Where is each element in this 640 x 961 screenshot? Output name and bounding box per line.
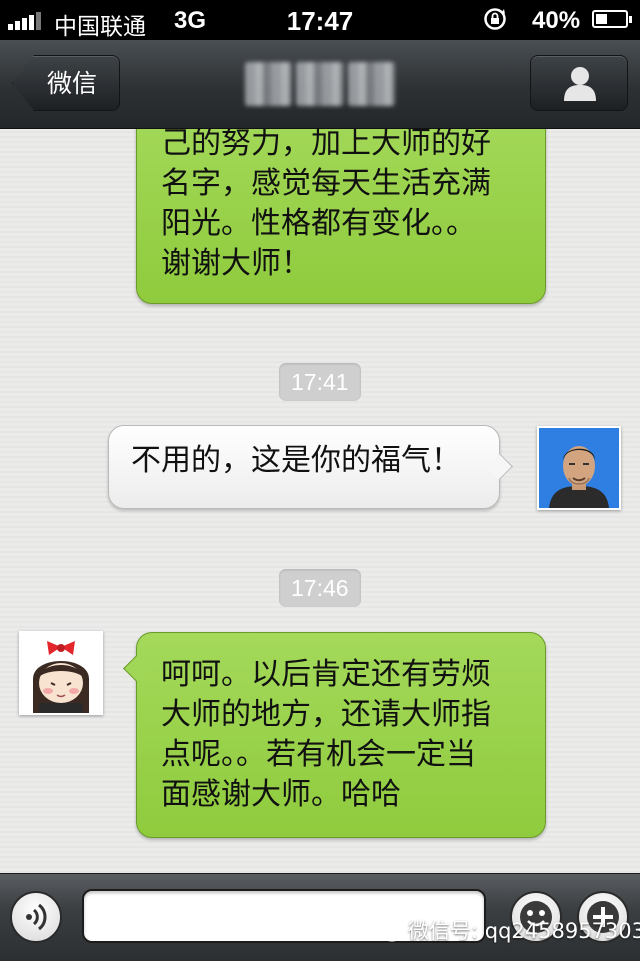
man-portrait-icon xyxy=(539,428,619,508)
rotation-lock-icon xyxy=(484,8,506,30)
watermark: 微信号: qq2458957303 xyxy=(372,913,640,947)
status-bar: 中国联通 3G 17:47 40% xyxy=(0,0,640,40)
message-text-line: 大师的地方，还请大师指 xyxy=(161,697,491,732)
battery-icon xyxy=(592,10,632,28)
back-button-label: 微信 xyxy=(47,69,98,98)
message-text-line: 面感谢大师。哈哈 xyxy=(161,777,401,812)
voice-button[interactable] xyxy=(10,891,62,943)
message-text-line: 谢谢大师！ xyxy=(161,246,311,281)
chat-messages[interactable]: 己的努力，加上大师的好 名字，感觉每天生活充满 阳光。性格都有变化。。 谢谢大师… xyxy=(0,129,640,873)
cartoon-girl-icon xyxy=(21,633,101,713)
nav-bar: 微信 xyxy=(0,40,640,129)
message-text-line: 阳光。性格都有变化。。 xyxy=(161,206,476,241)
avatar-sender[interactable] xyxy=(537,426,621,510)
message-text-line: 点呢。。若有机会一定当 xyxy=(161,737,476,772)
message-bubble-received[interactable]: 呵呵。以后肯定还有劳烦 大师的地方，还请大师指 点呢。。若有机会一定当 面感谢大… xyxy=(123,632,546,838)
message-bubble-sent[interactable]: 不用的，这是你的福气！ xyxy=(108,425,513,509)
voice-icon xyxy=(26,903,47,931)
back-button[interactable]: 微信 xyxy=(12,55,120,111)
message-text-line: 己的努力，加上大师的好 xyxy=(161,129,491,161)
message-timestamp: 17:41 xyxy=(279,363,361,401)
chat-title-blurred xyxy=(245,62,395,106)
wechat-logo-icon xyxy=(372,917,402,942)
message-text-line: 不用的，这是你的福气！ xyxy=(131,443,461,478)
watermark-text: 微信号: qq2458957303 xyxy=(408,919,640,943)
contact-info-button[interactable] xyxy=(530,55,628,111)
person-icon xyxy=(564,67,596,101)
message-bubble-received[interactable]: 己的努力，加上大师的好 名字，感觉每天生活充满 阳光。性格都有变化。。 谢谢大师… xyxy=(136,129,546,304)
message-text-line: 呵呵。以后肯定还有劳烦 xyxy=(161,657,491,692)
message-timestamp: 17:46 xyxy=(279,569,361,607)
message-text-line: 名字，感觉每天生活充满 xyxy=(161,166,491,201)
battery-percent: 40% xyxy=(532,7,581,34)
avatar-contact[interactable] xyxy=(19,631,103,715)
